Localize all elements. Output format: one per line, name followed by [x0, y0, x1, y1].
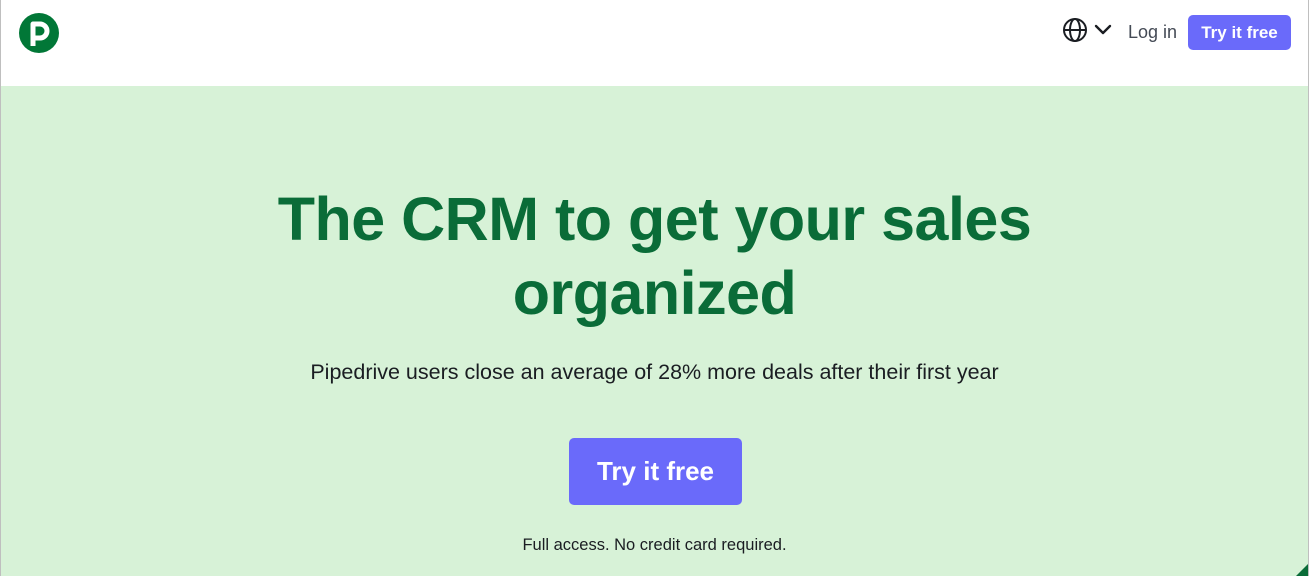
pipedrive-logo-icon[interactable] [19, 13, 59, 53]
hero-try-free-button[interactable]: Try it free [569, 438, 742, 505]
hero-section: The CRM to get your sales organized Pipe… [1, 86, 1308, 576]
hero-note: Full access. No credit card required. [522, 536, 787, 554]
header-try-free-button[interactable]: Try it free [1188, 15, 1291, 50]
globe-icon [1062, 17, 1088, 48]
login-link[interactable]: Log in [1128, 20, 1177, 44]
corner-decoration [1296, 564, 1308, 576]
site-header: Log in Try it free [1, 0, 1308, 86]
page: Log in Try it free The CRM to get your s… [0, 0, 1309, 576]
hero-subtitle: Pipedrive users close an average of 28% … [310, 360, 999, 384]
hero-title-line-1: The CRM to get your sales [277, 185, 1032, 253]
chevron-down-icon [1094, 23, 1112, 41]
logo-p-glyph [30, 21, 50, 46]
hero-title-line-2: organized [512, 259, 797, 327]
language-selector[interactable] [1062, 17, 1112, 48]
hero-title: The CRM to get your sales organized [1, 182, 1308, 330]
